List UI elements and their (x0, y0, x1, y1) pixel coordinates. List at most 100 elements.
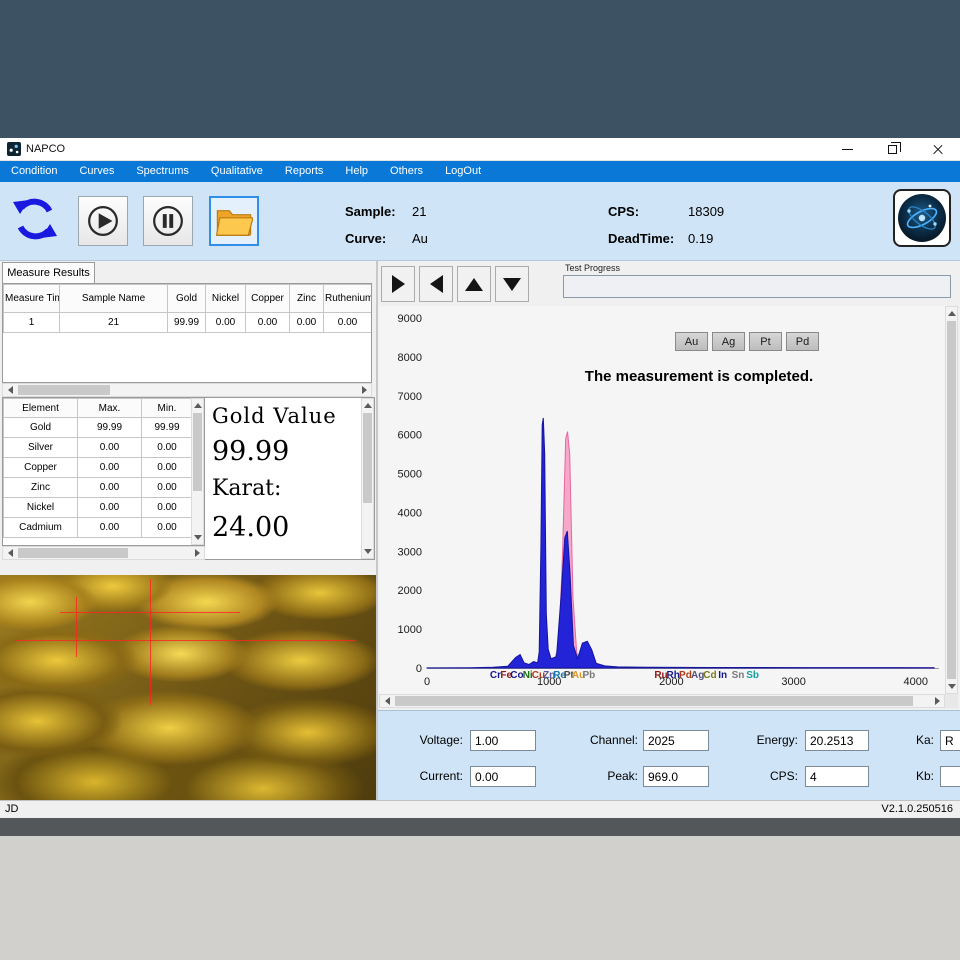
channel-input[interactable] (643, 730, 709, 751)
gold-panel-vertical-scrollbar[interactable] (361, 398, 374, 559)
ka-label: Ka: (886, 733, 934, 747)
menu-item-condition[interactable]: Condition (0, 161, 68, 182)
scroll-left-icon[interactable] (380, 695, 394, 707)
table-cell: 0.00 (142, 498, 193, 518)
scrollbar-thumb[interactable] (18, 548, 128, 558)
menu-item-logout[interactable]: LogOut (434, 161, 492, 182)
legend-button-pd[interactable]: Pd (786, 332, 819, 351)
legend-button-au[interactable]: Au (675, 332, 708, 351)
crosshair-line (76, 597, 77, 657)
chart-vertical-scrollbar[interactable] (945, 306, 958, 694)
scrollbar-thumb[interactable] (18, 385, 110, 395)
scroll-right-icon[interactable] (930, 695, 944, 707)
svg-text:0: 0 (424, 676, 430, 688)
scroll-right-icon[interactable] (190, 547, 204, 559)
scroll-up-icon[interactable] (362, 399, 373, 412)
scroll-down-icon[interactable] (362, 545, 373, 558)
energy-input[interactable] (805, 730, 869, 751)
scroll-left-icon[interactable] (3, 384, 17, 396)
table-cell: 0.00 (142, 478, 193, 498)
svg-text:Pb: Pb (583, 670, 596, 681)
scroll-down-icon[interactable] (946, 680, 957, 693)
energy-label: Energy: (733, 733, 798, 747)
scrollbar-thumb[interactable] (395, 696, 913, 706)
scrollbar-thumb[interactable] (947, 321, 956, 679)
current-input[interactable] (470, 766, 536, 787)
nav-up-button[interactable] (457, 266, 491, 302)
svg-text:3000: 3000 (398, 546, 422, 558)
scroll-down-icon[interactable] (192, 531, 203, 544)
sample-label: Sample: (345, 204, 396, 219)
scrollbar-thumb[interactable] (363, 413, 372, 503)
table-header-row: Element Max. Min. (4, 399, 193, 418)
open-file-button[interactable] (209, 196, 259, 246)
kb-input[interactable] (940, 766, 960, 787)
col-header: Copper (246, 285, 290, 313)
current-label: Current: (398, 769, 463, 783)
table-row[interactable]: Cadmium 0.00 0.00 (4, 518, 193, 538)
col-header: Zinc (290, 285, 324, 313)
table-row[interactable]: Copper 0.00 0.00 (4, 458, 193, 478)
menu-item-qualitative[interactable]: Qualitative (200, 161, 274, 182)
refresh-button[interactable] (10, 194, 60, 244)
col-header: Ruthenium (324, 285, 372, 313)
scroll-up-icon[interactable] (192, 399, 203, 412)
close-icon (932, 144, 944, 156)
voltage-input[interactable] (470, 730, 536, 751)
svg-text:3000: 3000 (781, 676, 805, 688)
start-measure-button[interactable] (78, 196, 128, 246)
tab-measure-results[interactable]: Measure Results (2, 262, 95, 283)
legend-button-ag[interactable]: Ag (712, 332, 745, 351)
table-cell: 0.00 (78, 518, 142, 538)
screen: NAPCO Condition Curves Spectrums Qualita… (0, 0, 960, 960)
test-progress-label: Test Progress (563, 263, 622, 273)
scroll-right-icon[interactable] (357, 384, 371, 396)
nav-left-button[interactable] (419, 266, 453, 302)
measurement-status-message: The measurement is completed. (439, 368, 945, 385)
nav-down-button[interactable] (495, 266, 529, 302)
cps-input[interactable] (805, 766, 869, 787)
table-cell: 0.00 (324, 313, 372, 333)
ka-input[interactable] (940, 730, 960, 751)
menu-item-reports[interactable]: Reports (274, 161, 335, 182)
minimize-button[interactable] (825, 138, 870, 161)
scroll-up-icon[interactable] (946, 307, 957, 320)
spectrum-plot[interactable]: 0100020003000400050006000700080009000010… (379, 306, 945, 694)
crosshair-line (150, 579, 151, 705)
restore-button[interactable] (870, 138, 915, 161)
scrollbar-corner (945, 694, 958, 708)
scroll-left-icon[interactable] (3, 547, 17, 559)
pause-icon (149, 202, 187, 240)
scrollbar-thumb[interactable] (193, 413, 202, 491)
table-row[interactable]: Nickel 0.00 0.00 (4, 498, 193, 518)
spectrum-chart: 0100020003000400050006000700080009000010… (379, 306, 945, 694)
results-horizontal-scrollbar[interactable] (2, 383, 372, 397)
menu-item-spectrums[interactable]: Spectrums (125, 161, 200, 182)
svg-text:Sn: Sn (732, 670, 745, 681)
table-row[interactable]: Zinc 0.00 0.00 (4, 478, 193, 498)
table-row[interactable]: 1 21 99.99 0.00 0.00 0.00 0.00 (4, 313, 372, 333)
table-cell: Nickel (4, 498, 78, 518)
table-cell: 21 (60, 313, 168, 333)
menu-item-curves[interactable]: Curves (68, 161, 125, 182)
sample-camera-view (0, 575, 376, 800)
table-cell: 0.00 (78, 478, 142, 498)
menu-item-help[interactable]: Help (334, 161, 379, 182)
pause-measure-button[interactable] (143, 196, 193, 246)
close-button[interactable] (915, 138, 960, 161)
table-cell: 0.00 (78, 438, 142, 458)
table-row[interactable]: Gold 99.99 99.99 (4, 418, 193, 438)
legend-button-pt[interactable]: Pt (749, 332, 782, 351)
cps-label: CPS: (608, 204, 639, 219)
gold-value: 99.99 (212, 436, 289, 467)
gold-value-title: Gold Value (212, 404, 337, 428)
nav-right-button[interactable] (381, 266, 415, 302)
element-vertical-scrollbar[interactable] (191, 398, 204, 545)
element-horizontal-scrollbar[interactable] (2, 546, 205, 560)
menu-item-others[interactable]: Others (379, 161, 434, 182)
table-cell: 0.00 (78, 458, 142, 478)
app-icon (7, 142, 21, 156)
chart-horizontal-scrollbar[interactable] (379, 694, 945, 708)
peak-input[interactable] (643, 766, 709, 787)
table-row[interactable]: Silver 0.00 0.00 (4, 438, 193, 458)
